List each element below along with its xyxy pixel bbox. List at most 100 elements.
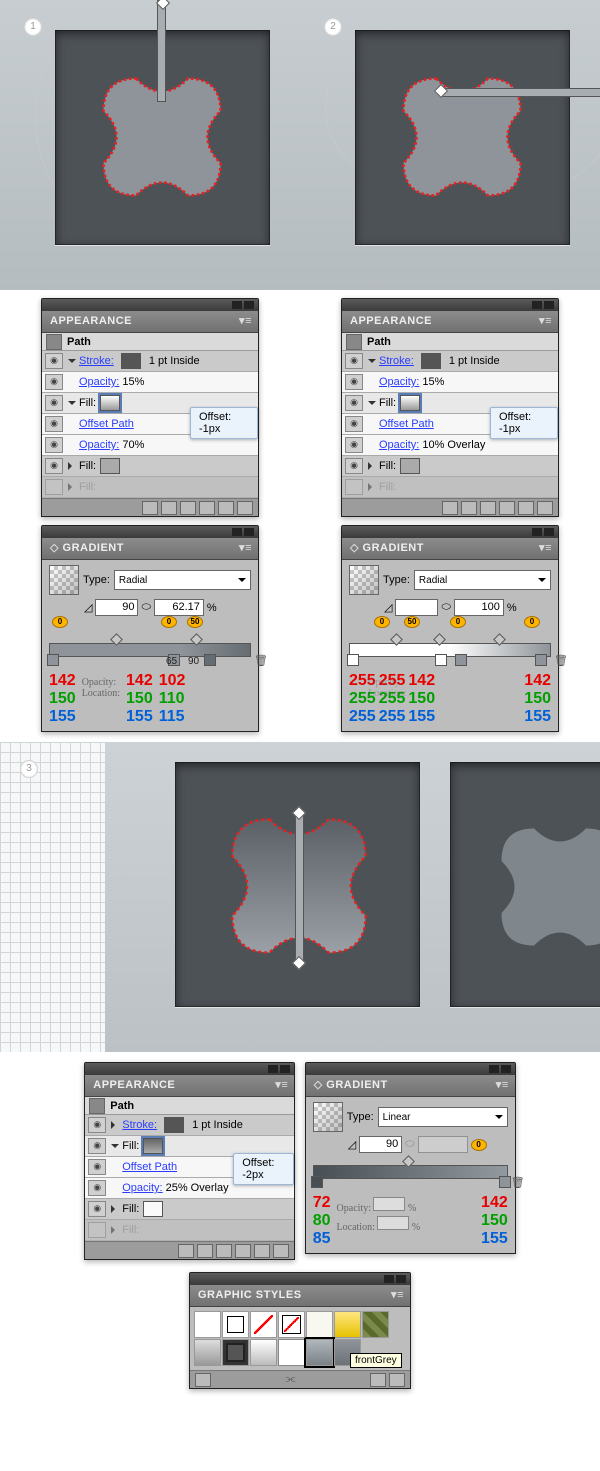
visibility-toggle[interactable] xyxy=(45,479,63,495)
style-swatch[interactable] xyxy=(194,1311,221,1338)
opacity-link[interactable]: Opacity: xyxy=(379,439,419,451)
collapse-icon[interactable] xyxy=(532,301,542,309)
disclosure-icon[interactable] xyxy=(111,1121,119,1129)
fill-swatch[interactable] xyxy=(400,395,420,411)
visibility-toggle[interactable]: ◉ xyxy=(88,1138,106,1154)
close-icon[interactable] xyxy=(280,1065,290,1073)
target-row[interactable]: Path xyxy=(342,333,558,351)
visibility-toggle[interactable]: ◉ xyxy=(345,374,363,390)
color-stop[interactable] xyxy=(47,654,59,666)
stroke-swatch[interactable] xyxy=(421,353,441,369)
collapse-icon[interactable] xyxy=(268,1065,278,1073)
disclosure-icon[interactable] xyxy=(68,483,76,491)
disclosure-icon[interactable] xyxy=(368,462,376,470)
gradient-preview[interactable] xyxy=(49,565,79,595)
clear-icon[interactable] xyxy=(499,501,515,515)
visibility-toggle[interactable]: ◉ xyxy=(345,353,363,369)
style-swatch[interactable] xyxy=(250,1311,277,1338)
collapse-icon[interactable] xyxy=(532,528,542,536)
visibility-toggle[interactable]: ◉ xyxy=(88,1180,106,1196)
close-icon[interactable] xyxy=(244,301,254,309)
style-swatch[interactable] xyxy=(194,1339,221,1366)
fx-icon[interactable] xyxy=(480,501,496,515)
fx-icon[interactable] xyxy=(180,501,196,515)
opacity-link[interactable]: Opacity: xyxy=(79,439,119,451)
panel-menu-icon[interactable]: ▾≡ xyxy=(496,1075,509,1096)
opacity-link[interactable]: Opacity: xyxy=(79,376,119,388)
color-stop[interactable] xyxy=(311,1176,323,1188)
new-fill-icon[interactable] xyxy=(178,1244,194,1258)
duplicate-icon[interactable] xyxy=(218,501,234,515)
style-swatch[interactable] xyxy=(362,1311,389,1338)
disclosure-icon[interactable] xyxy=(111,1205,119,1213)
gradient-slider[interactable]: 🗑 xyxy=(313,1165,508,1179)
visibility-toggle[interactable]: ◉ xyxy=(88,1117,106,1133)
stroke-swatch[interactable] xyxy=(121,353,141,369)
gradient-annotator-handle[interactable] xyxy=(440,88,600,97)
visibility-toggle[interactable]: ◉ xyxy=(45,416,63,432)
stroke-row[interactable]: ◉Stroke:1 pt Inside xyxy=(42,351,258,372)
opacity-row[interactable]: ◉Opacity:15% xyxy=(342,372,558,393)
panel-menu-icon[interactable]: ▾≡ xyxy=(539,538,552,559)
trash-icon[interactable] xyxy=(273,1244,289,1258)
libraries-icon[interactable] xyxy=(195,1373,211,1387)
visibility-toggle[interactable]: ◉ xyxy=(345,416,363,432)
offset-path-link[interactable]: Offset Path xyxy=(379,418,434,430)
type-select[interactable]: Linear xyxy=(378,1107,508,1127)
offset-path-link[interactable]: Offset Path xyxy=(79,418,134,430)
color-stop[interactable] xyxy=(347,654,359,666)
visibility-toggle[interactable] xyxy=(88,1222,106,1238)
collapse-icon[interactable] xyxy=(489,1065,499,1073)
disclosure-icon[interactable] xyxy=(111,1144,119,1152)
stroke-row[interactable]: ◉Stroke:1 pt Inside xyxy=(342,351,558,372)
close-icon[interactable] xyxy=(544,528,554,536)
clear-icon[interactable] xyxy=(199,501,215,515)
visibility-toggle[interactable]: ◉ xyxy=(45,353,63,369)
trash-stop-icon[interactable]: 🗑 xyxy=(554,654,568,667)
stroke-link[interactable]: Stroke: xyxy=(379,355,414,367)
clear-icon[interactable] xyxy=(235,1244,251,1258)
trash-stop-icon[interactable]: 🗑 xyxy=(254,654,268,667)
color-stop[interactable] xyxy=(499,1176,511,1188)
style-swatch[interactable] xyxy=(250,1339,277,1366)
new-style-icon[interactable] xyxy=(370,1373,386,1387)
fill-row-2[interactable]: ◉Fill: xyxy=(42,456,258,477)
color-stop[interactable] xyxy=(535,654,547,666)
aspect-input[interactable]: 62.17 xyxy=(154,599,204,616)
stroke-row[interactable]: ◉Stroke:1 pt Inside xyxy=(85,1115,294,1136)
fill-row-dim[interactable]: Fill: xyxy=(85,1220,294,1241)
fill-swatch[interactable] xyxy=(100,458,120,474)
color-stop[interactable] xyxy=(204,654,216,666)
visibility-toggle[interactable]: ◉ xyxy=(88,1159,106,1175)
panel-menu-icon[interactable]: ▾≡ xyxy=(239,538,252,559)
offset-path-link[interactable]: Offset Path xyxy=(122,1161,177,1173)
style-swatch[interactable] xyxy=(278,1339,305,1366)
disclosure-icon[interactable] xyxy=(368,359,376,367)
panel-menu-icon[interactable]: ▾≡ xyxy=(275,1075,288,1096)
stroke-link[interactable]: Stroke: xyxy=(79,355,114,367)
gradient-annotator-handle[interactable] xyxy=(295,812,304,964)
disclosure-icon[interactable] xyxy=(111,1226,119,1234)
fill-row-dim[interactable]: Fill: xyxy=(42,477,258,498)
gradient-slider[interactable]: 65 90 🗑 xyxy=(49,643,251,657)
gradient-slider[interactable]: 🗑 xyxy=(349,643,551,657)
opacity-link[interactable]: Opacity: xyxy=(122,1182,162,1194)
panel-menu-icon[interactable]: ▾≡ xyxy=(239,311,252,332)
angle-input[interactable] xyxy=(395,599,438,616)
style-swatch[interactable] xyxy=(222,1311,249,1338)
trash-icon[interactable] xyxy=(237,501,253,515)
duplicate-icon[interactable] xyxy=(254,1244,270,1258)
style-swatch-selected[interactable] xyxy=(306,1339,333,1366)
collapse-icon[interactable] xyxy=(232,301,242,309)
visibility-toggle[interactable]: ◉ xyxy=(45,437,63,453)
visibility-toggle[interactable]: ◉ xyxy=(45,395,63,411)
opacity-row[interactable]: ◉Opacity:15% xyxy=(42,372,258,393)
color-stop[interactable] xyxy=(435,654,447,666)
new-fill-icon[interactable] xyxy=(442,501,458,515)
angle-input[interactable]: 90 xyxy=(95,599,138,616)
fx-icon[interactable] xyxy=(216,1244,232,1258)
close-icon[interactable] xyxy=(244,528,254,536)
new-fill-icon[interactable] xyxy=(142,501,158,515)
duplicate-icon[interactable] xyxy=(518,501,534,515)
style-swatch[interactable] xyxy=(278,1311,305,1338)
